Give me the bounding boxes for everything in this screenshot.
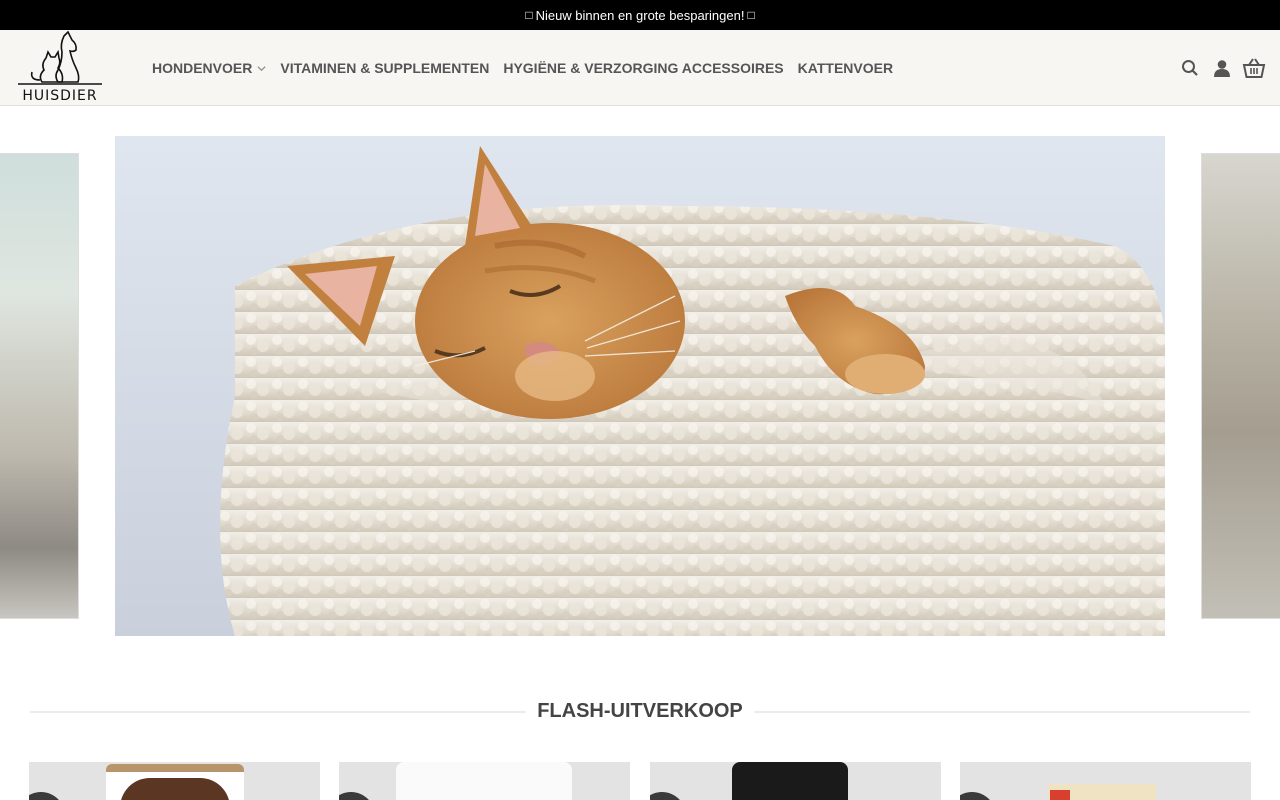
main-nav: HONDENVOER VITAMINEN & SUPPLEMENTEN HYGI…: [152, 30, 907, 106]
previous-slide-image[interactable]: [0, 153, 79, 619]
header-actions: [1170, 30, 1266, 106]
gift-icon: □: [525, 8, 533, 22]
product-image: [1048, 784, 1156, 800]
announcement-text: Nieuw binnen en grote besparingen!: [535, 7, 745, 23]
previous-arrow-button[interactable]: [29, 792, 65, 800]
nav-item-label: HYGIËNE & VERZORGING ACCESSOIRES: [503, 60, 784, 76]
search-icon[interactable]: [1178, 56, 1202, 80]
account-icon[interactable]: [1210, 56, 1234, 80]
product-card[interactable]: [960, 762, 1251, 800]
product-image: [732, 762, 848, 800]
cat-dog-logo-icon: [18, 30, 102, 85]
site-header: HUISDIER HONDENVOER VITAMINEN & SUPPLEME…: [0, 30, 1280, 106]
hero-slider[interactable]: [0, 106, 1280, 666]
previous-arrow-button[interactable]: [650, 792, 686, 800]
previous-arrow-button[interactable]: [339, 792, 375, 800]
product-grid: [0, 762, 1280, 800]
nav-item-vitaminen[interactable]: VITAMINEN & SUPPLEMENTEN: [280, 60, 489, 76]
product-image: [396, 762, 572, 800]
cart-icon[interactable]: [1242, 56, 1266, 80]
product-card[interactable]: [339, 762, 630, 800]
nav-item-label: KATTENVOER: [797, 60, 894, 76]
chevron-down-icon: [257, 65, 266, 71]
gift-icon: □: [747, 8, 755, 22]
product-card[interactable]: [650, 762, 941, 800]
flash-sale-heading: FLASH-UITVERKOOP: [30, 700, 1250, 724]
nav-item-hygiene[interactable]: HYGIËNE & VERZORGING ACCESSOIRES: [503, 60, 783, 76]
nav-item-label: HONDENVOER: [152, 60, 253, 76]
product-card[interactable]: [29, 762, 320, 800]
nav-item-label: VITAMINEN & SUPPLEMENTEN: [280, 60, 490, 76]
previous-arrow-button[interactable]: [960, 792, 996, 800]
next-slide-image[interactable]: [1201, 153, 1280, 619]
logo-text: HUISDIER: [22, 88, 98, 104]
product-image: [106, 764, 244, 800]
nav-item-kattenvoer[interactable]: KATTENVOER: [798, 60, 893, 76]
nav-item-hondenvoer[interactable]: HONDENVOER: [152, 60, 266, 76]
cat-in-bed-illustration: [115, 136, 1165, 636]
hero-image-sleeping-cat[interactable]: [115, 136, 1165, 636]
announcement-bar: □ Nieuw binnen en grote besparingen! □: [0, 0, 1280, 30]
site-logo[interactable]: HUISDIER: [14, 30, 106, 106]
section-title: FLASH-UITVERKOOP: [537, 700, 743, 722]
